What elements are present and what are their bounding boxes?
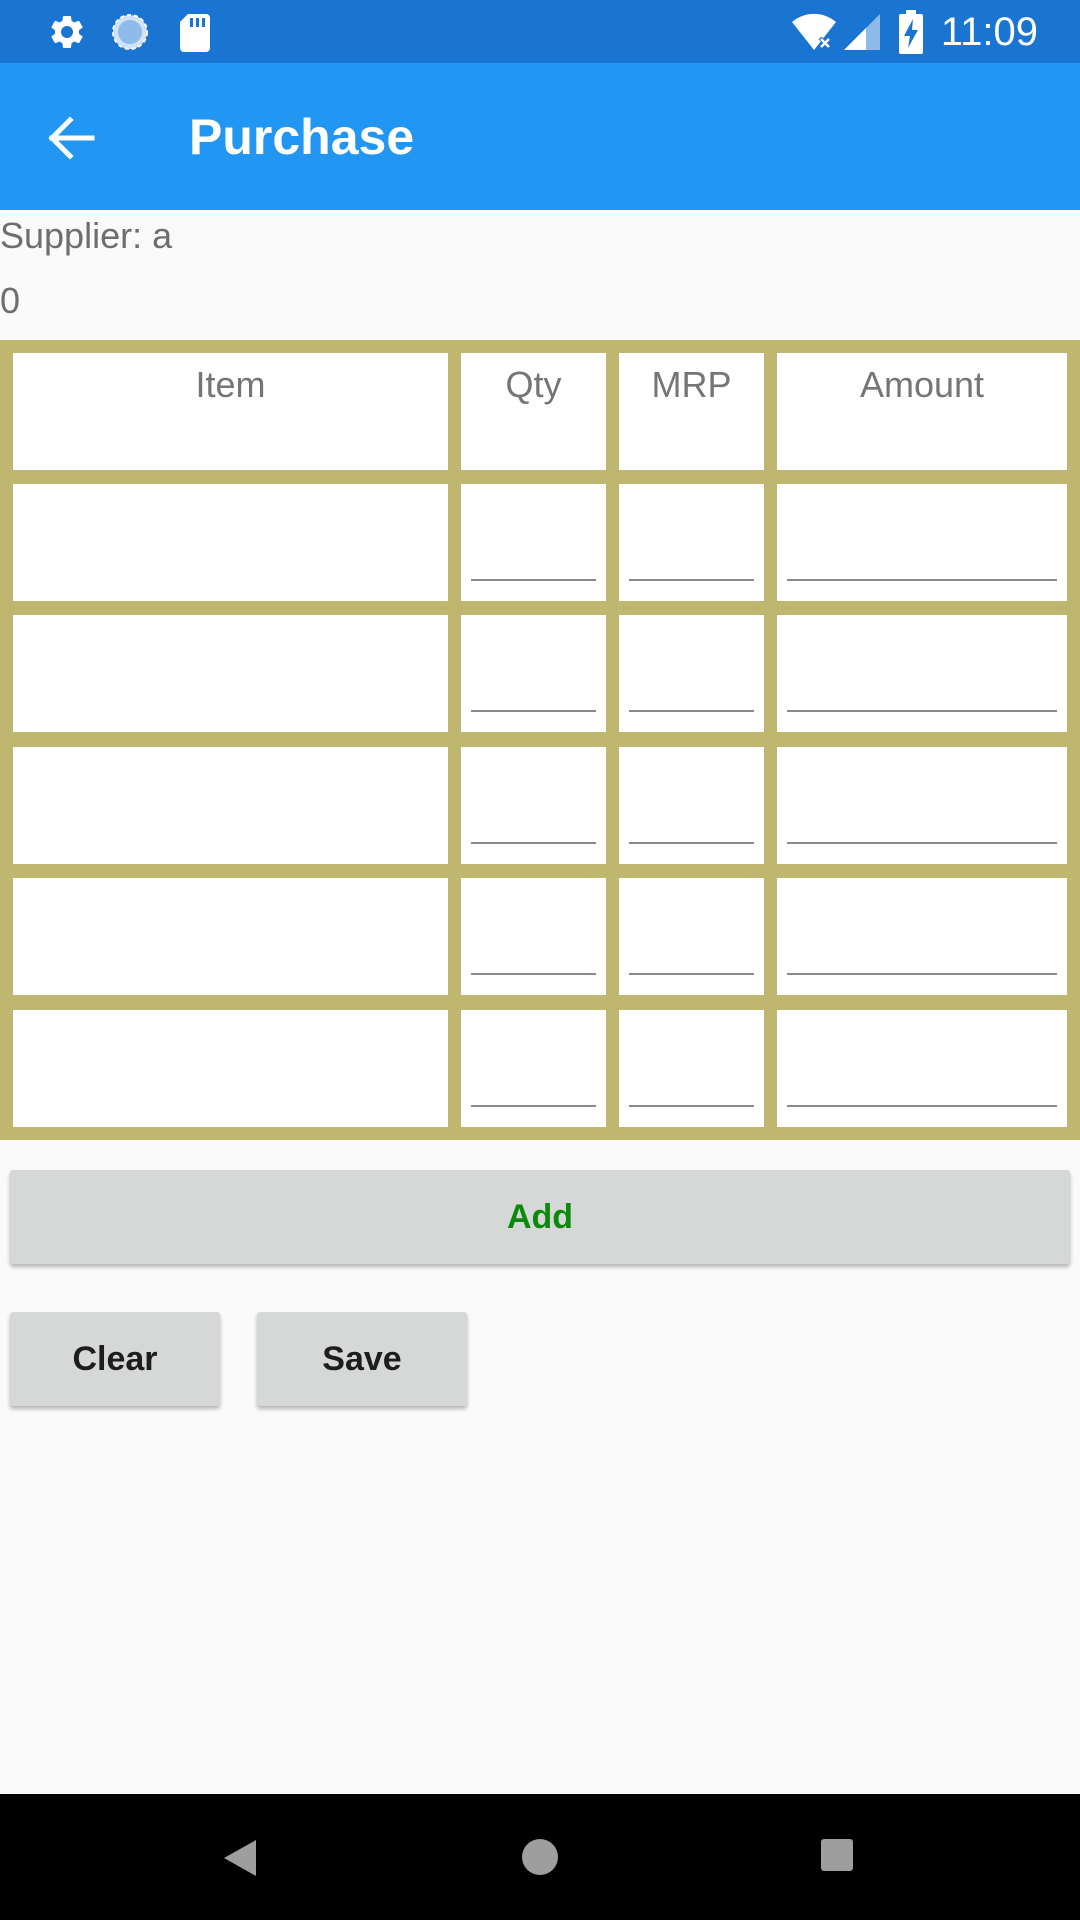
header-amount-label: Amount	[859, 364, 985, 405]
item-cell[interactable]	[13, 1010, 448, 1127]
entry-underline	[787, 1105, 1057, 1107]
arrow-left-icon[interactable]	[30, 103, 110, 173]
amount-entry[interactable]	[777, 1010, 1067, 1127]
qty-entry[interactable]	[461, 1010, 606, 1127]
app-bar: Purchase	[0, 63, 1080, 210]
navigation-bar	[0, 1794, 1080, 1920]
header-qty-label: Qty	[505, 364, 562, 405]
item-count: 0	[0, 280, 21, 321]
signal-icon	[844, 14, 880, 50]
header-item: Item	[13, 353, 448, 470]
entry-underline	[471, 973, 596, 975]
entry-underline	[471, 842, 596, 844]
entry-underline	[787, 579, 1057, 581]
clock: 11:09	[940, 10, 1038, 54]
amount-entry[interactable]	[777, 878, 1067, 995]
item-cell[interactable]	[13, 878, 448, 995]
add-button[interactable]: Add	[10, 1170, 1070, 1264]
mrp-entry[interactable]	[619, 878, 764, 995]
item-cell[interactable]	[13, 615, 448, 732]
entry-underline	[629, 842, 754, 844]
mrp-entry[interactable]	[619, 1010, 764, 1127]
header-amount: Amount	[777, 353, 1067, 470]
battery-charging-icon	[899, 10, 923, 54]
entry-underline	[629, 1105, 754, 1107]
page-title: Purchase	[189, 109, 415, 165]
qty-entry[interactable]	[461, 878, 606, 995]
gear-icon	[51, 15, 83, 48]
amount-entry[interactable]	[777, 747, 1067, 864]
mrp-entry[interactable]	[619, 615, 764, 732]
supplier-label: Supplier: a	[0, 215, 173, 256]
entry-underline	[629, 710, 754, 712]
recents-square-icon[interactable]	[820, 1838, 854, 1872]
status-bar: 11:09	[0, 0, 1080, 63]
header-qty: Qty	[461, 353, 606, 470]
header-mrp-label: MRP	[651, 364, 732, 405]
sync-icon	[112, 14, 148, 50]
header-mrp: MRP	[619, 353, 764, 470]
entry-underline	[471, 710, 596, 712]
purchase-grid: Item Qty MRP Amount	[0, 340, 1080, 1140]
item-cell[interactable]	[13, 747, 448, 864]
mrp-entry[interactable]	[619, 484, 764, 601]
home-circle-icon[interactable]	[521, 1838, 559, 1876]
entry-underline	[629, 973, 754, 975]
qty-entry[interactable]	[461, 615, 606, 732]
entry-underline	[471, 1105, 596, 1107]
entry-underline	[629, 579, 754, 581]
entry-underline	[787, 710, 1057, 712]
entry-underline	[787, 973, 1057, 975]
save-button[interactable]: Save	[257, 1312, 467, 1406]
qty-entry[interactable]	[461, 484, 606, 601]
wifi-icon	[792, 13, 836, 50]
header-item-label: Item	[195, 364, 266, 405]
item-cell[interactable]	[13, 484, 448, 601]
entry-underline	[787, 842, 1057, 844]
qty-entry[interactable]	[461, 747, 606, 864]
amount-entry[interactable]	[777, 484, 1067, 601]
amount-entry[interactable]	[777, 615, 1067, 732]
mrp-entry[interactable]	[619, 747, 764, 864]
entry-underline	[471, 579, 596, 581]
back-triangle-icon[interactable]	[222, 1838, 258, 1878]
clear-button[interactable]: Clear	[10, 1312, 220, 1406]
sd-card-icon	[180, 14, 210, 52]
